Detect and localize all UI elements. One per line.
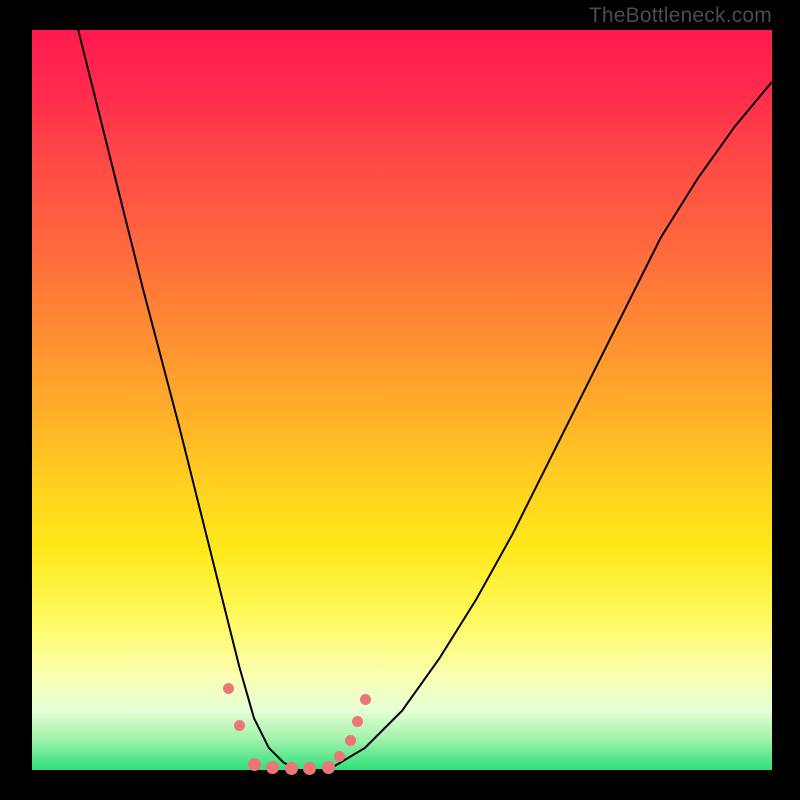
data-marker <box>345 735 356 746</box>
data-marker <box>334 751 345 762</box>
data-marker <box>248 758 261 771</box>
data-marker <box>266 761 279 774</box>
watermark-text: TheBottleneck.com <box>589 4 772 28</box>
data-marker <box>303 762 316 775</box>
data-marker <box>234 720 245 731</box>
data-marker <box>223 683 234 694</box>
data-marker <box>322 761 335 774</box>
data-marker <box>285 762 298 775</box>
chart-frame: TheBottleneck.com <box>0 0 800 800</box>
plot-area <box>32 30 772 770</box>
data-marker <box>360 694 371 705</box>
